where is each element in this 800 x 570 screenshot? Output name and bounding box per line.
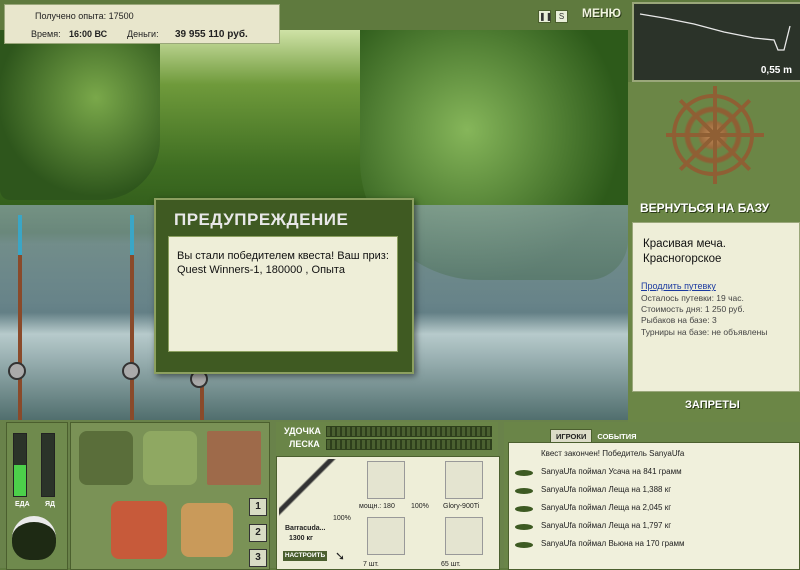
fish-icon [515,470,533,476]
fish-icon [515,488,533,494]
reel-icon [122,362,140,380]
arrow-down-right-icon: ➘ [335,549,346,563]
map-icon[interactable] [207,431,261,485]
poison-label: ЯД [45,501,56,508]
fish-icon [515,524,533,530]
bait-bag-icon[interactable] [143,431,197,485]
rod-weight: 1300 кг [289,535,313,542]
bait-slot[interactable] [445,517,483,555]
gear-slots: Barracuda... 1300 кг 100% НАСТРОИТЬ ➘ мо… [276,456,500,570]
food-basket-icon[interactable] [111,501,167,559]
setup-button[interactable]: НАСТРОИТЬ [283,551,327,561]
events-list: Квест закончен! Победитель SanyaUfa Sany… [508,442,800,570]
toolbar-icons: ❚❚ S [538,6,572,24]
fish-icon [515,506,533,512]
tree-foliage-left [0,30,160,200]
warning-dialog: ПРЕДУПРЕЖДЕНИЕ Вы стали победителем квес… [154,198,414,374]
experience-text: Получено опыта: 17500 [35,11,134,21]
reel-condition: 100% [411,503,429,510]
rod-tension-bar [326,426,492,437]
line-name: Glory-900Ti [443,503,480,510]
sound-icon[interactable]: S [555,10,568,23]
fish-icon [515,542,533,548]
food-gauge [13,433,27,497]
extend-pass-link[interactable]: Продлить путевку [641,281,716,291]
location-name: Красивая меча. Красногорское [643,238,726,265]
pause-icon[interactable]: ❚❚ [538,10,552,23]
depth-graph: 0,55 m [632,2,800,82]
restrictions-button[interactable]: ЗАПРЕТЫ [685,399,740,411]
food-pot-icon[interactable] [12,516,56,560]
ship-wheel-icon[interactable] [666,86,764,184]
poison-gauge [41,433,55,497]
line-label: ЛЕСКА [289,439,320,449]
info-line: Рыбаков на базе: 3 [641,315,717,325]
reel-icon [8,362,26,380]
menu-button[interactable]: МЕНЮ [582,6,621,20]
rod-image[interactable] [279,459,339,519]
reel-power: мощн.: 180 [359,503,395,510]
rod-label: УДОЧКА [284,426,321,436]
fishing-rod-2[interactable] [130,215,134,420]
time-label: Время: [31,29,61,39]
status-panel: Получено опыта: 17500 Время: 16:00 ВС Де… [4,4,280,44]
inventory-page-2[interactable]: 2 [249,524,267,542]
depth-value: 0,55 m [760,65,792,76]
tackle-box-icon[interactable] [79,431,133,485]
food-label: ЕДА [15,501,30,508]
money-label: Деньги: [127,29,159,39]
line-slot[interactable] [445,461,483,499]
fishing-rod-1[interactable] [18,215,22,420]
inventory-page-1[interactable]: 1 [249,498,267,516]
base-info-panel: Красивая меча. Красногорское Продлить пу… [632,222,800,392]
hook-slot[interactable] [367,517,405,555]
inventory-panel [70,422,270,570]
money-value: 39 955 110 руб. [175,29,248,40]
rod-name: Barracuda... [285,525,326,532]
rod-condition: 100% [333,515,351,522]
line-tension-bar [326,439,492,450]
info-line: Осталось путевки: 19 час. [641,293,744,303]
dialog-title: ПРЕДУПРЕЖДЕНИЕ [174,210,349,229]
time-value: 16:00 ВС [69,29,108,39]
return-to-base-button[interactable]: ВЕРНУТЬСЯ НА БАЗУ [640,201,769,215]
info-line: Стоимость дня: 1 250 руб. [641,304,745,314]
inventory-page-3[interactable]: 3 [249,549,267,567]
bait-count: 65 шт. [441,561,461,568]
bucket-icon[interactable] [181,503,233,557]
reel-slot[interactable] [367,461,405,499]
dialog-message: Вы стали победителем квеста! Ваш приз: Q… [168,236,398,352]
info-line: Турниры на базе: не объявлены [641,327,768,337]
hook-count: 7 шт. [363,561,379,568]
